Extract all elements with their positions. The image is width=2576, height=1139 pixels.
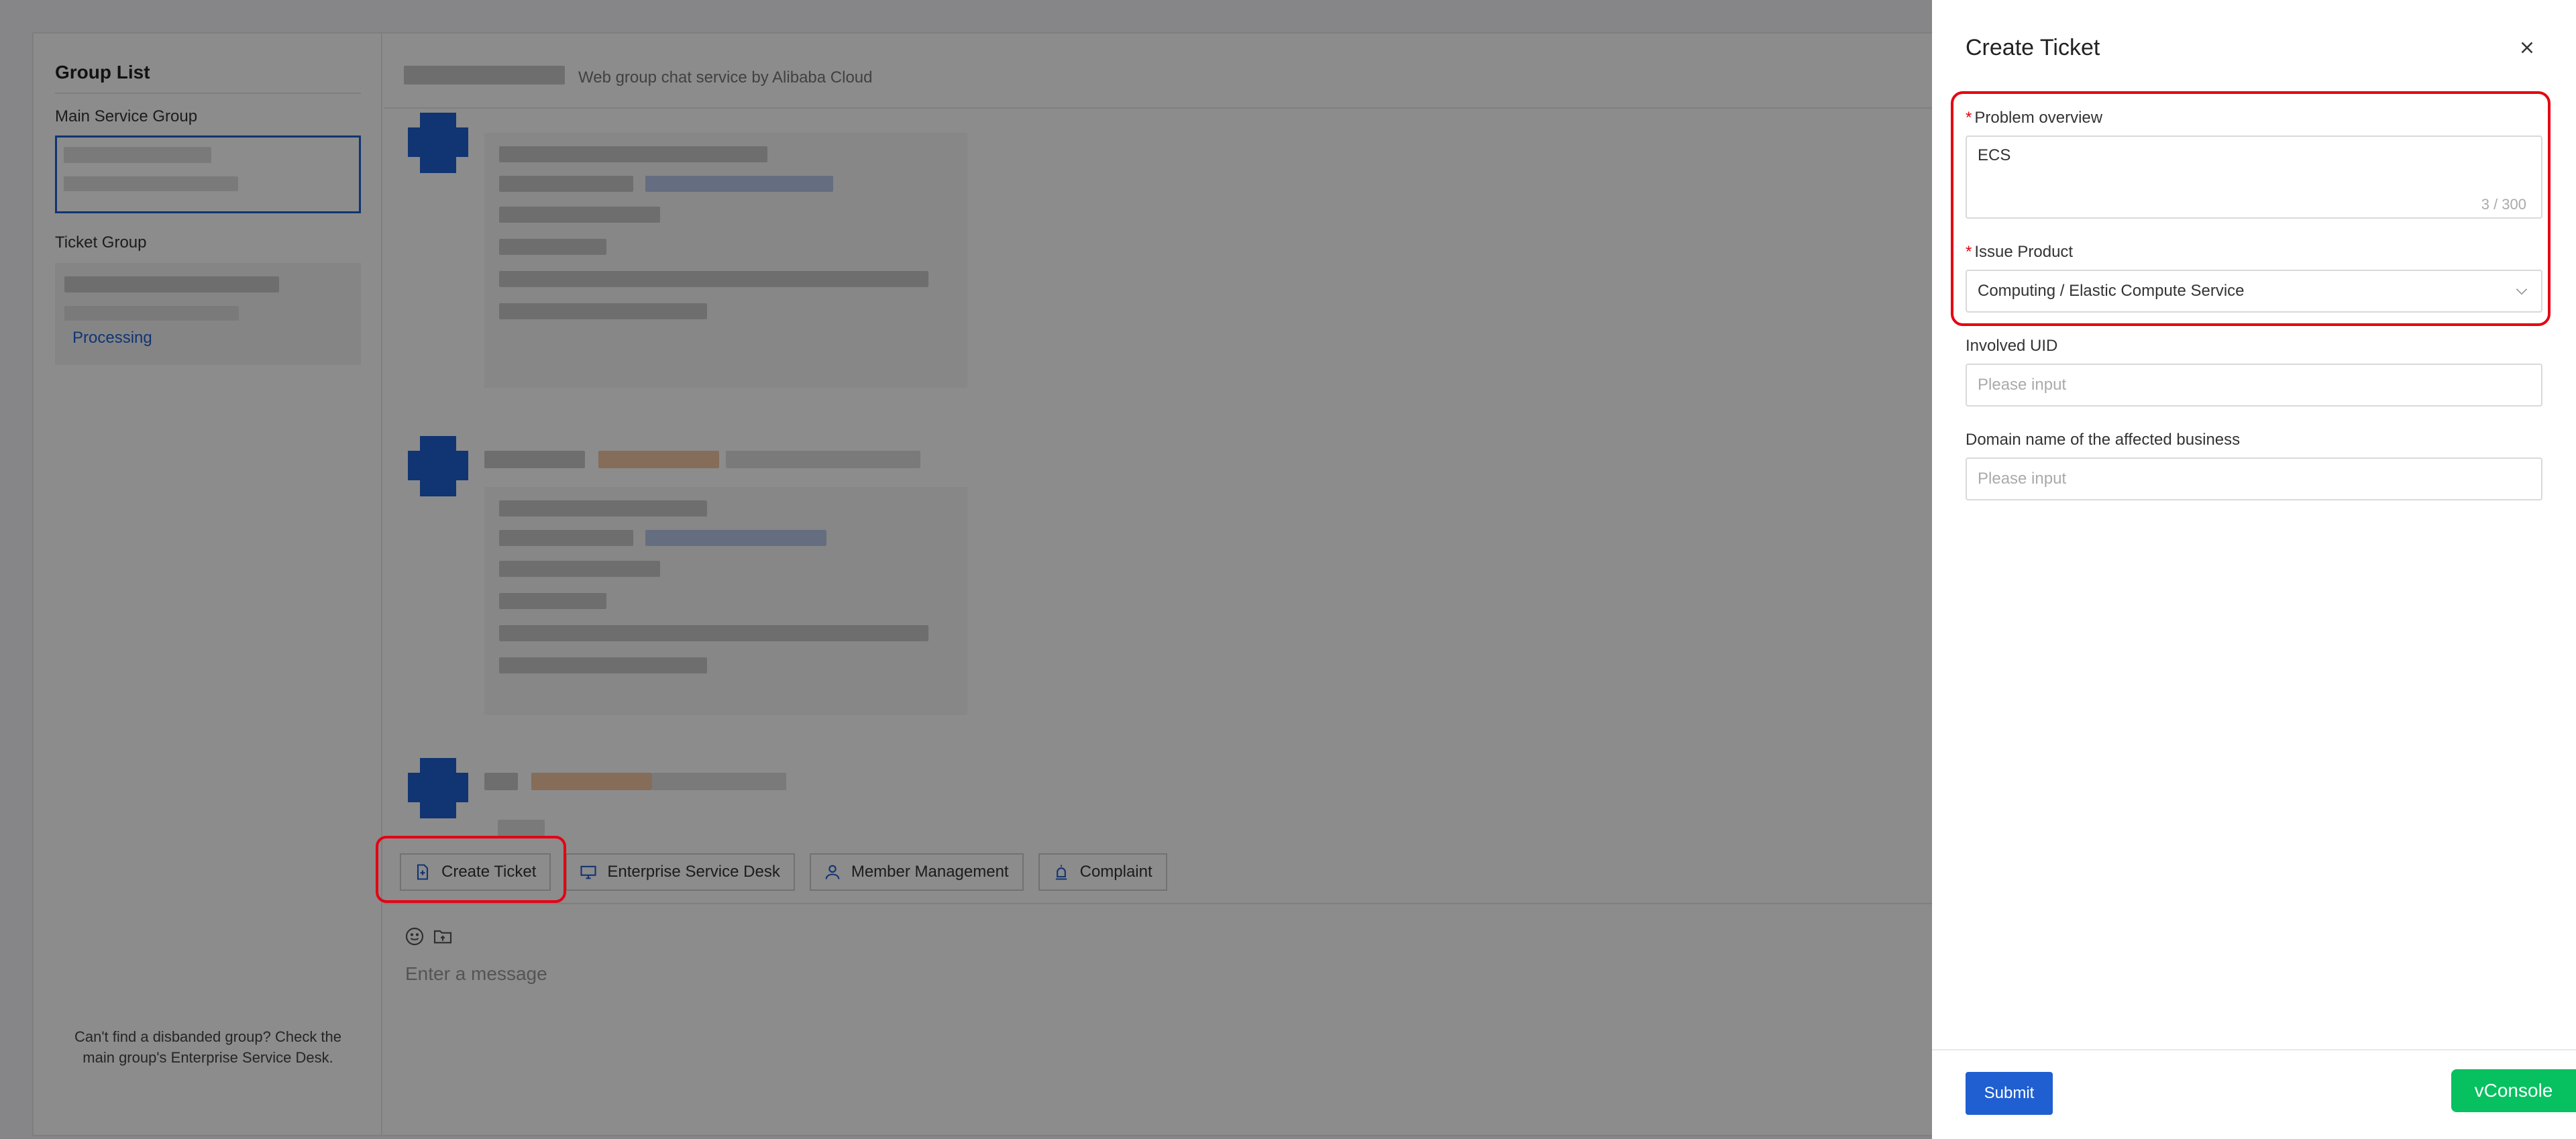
- chevron-down-icon: [2516, 288, 2528, 295]
- required-mark: *: [1966, 243, 1972, 261]
- required-mark: *: [1966, 109, 1972, 127]
- involved-uid-input[interactable]: Please input: [1966, 364, 2542, 406]
- problem-overview-label: * Problem overview: [1966, 109, 2103, 127]
- char-counter: 3 / 300: [2481, 196, 2526, 213]
- vconsole-button[interactable]: vConsole: [2451, 1069, 2576, 1112]
- highlight-create-ticket: [376, 836, 566, 903]
- submit-button[interactable]: Submit: [1966, 1072, 2053, 1115]
- create-ticket-drawer: Create Ticket * Problem overview ECS 3 / …: [1932, 0, 2576, 1139]
- affected-domain-input[interactable]: Please input: [1966, 457, 2542, 500]
- involved-uid-label: Involved UID: [1966, 337, 2058, 355]
- issue-product-select[interactable]: Computing / Elastic Compute Service: [1966, 270, 2542, 313]
- affected-domain-placeholder: Please input: [1978, 470, 2067, 488]
- close-icon: [2521, 42, 2533, 54]
- close-drawer-button[interactable]: [2517, 38, 2537, 58]
- drawer-footer-divider: [1932, 1049, 2576, 1050]
- problem-overview-textarea[interactable]: ECS 3 / 300: [1966, 135, 2542, 219]
- issue-product-label: * Issue Product: [1966, 243, 2074, 261]
- involved-uid-placeholder: Please input: [1978, 376, 2067, 394]
- issue-product-value: Computing / Elastic Compute Service: [1978, 282, 2245, 300]
- problem-overview-value: ECS: [1978, 146, 2011, 164]
- drawer-title: Create Ticket: [1966, 35, 2100, 60]
- affected-domain-label: Domain name of the affected business: [1966, 431, 2241, 449]
